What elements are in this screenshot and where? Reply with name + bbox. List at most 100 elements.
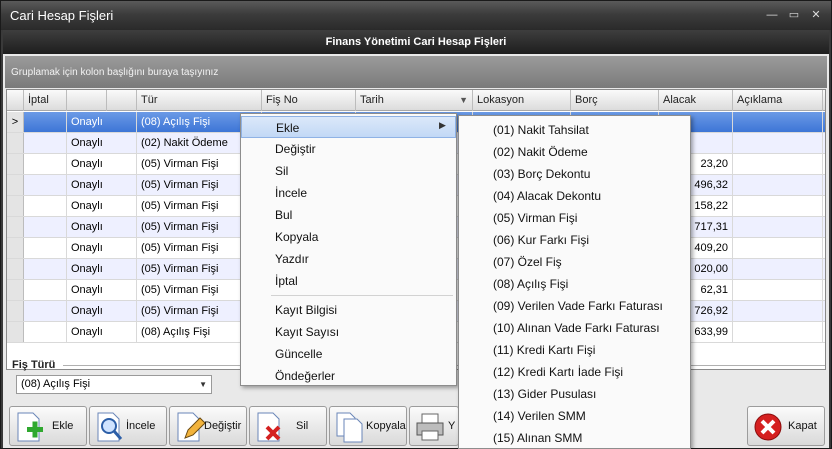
submenu-item[interactable]: (05) Virman Fişi [459, 207, 690, 229]
menu-item[interactable]: İptal [241, 270, 456, 292]
fis-turu-label: Fiş Türü [12, 359, 56, 371]
cell-aciklama[interactable] [733, 301, 823, 321]
fis-turu-select[interactable]: (08) Açılış Fişi ▼ [16, 375, 212, 394]
submenu-item[interactable]: (04) Alacak Dekontu [459, 185, 690, 207]
row-indicator[interactable] [7, 133, 24, 153]
column-header-tarih[interactable]: Tarih ▼ [356, 90, 473, 111]
group-panel[interactable]: Gruplamak için kolon başlığını buraya ta… [5, 56, 827, 88]
menu-item[interactable]: Değiştir [241, 138, 456, 160]
cell-status[interactable]: Onaylı [67, 259, 137, 279]
submenu-item[interactable]: (10) Alınan Vade Farkı Faturası [459, 317, 690, 339]
submenu-item[interactable]: (06) Kur Farkı Fişi [459, 229, 690, 251]
submenu-item[interactable]: (15) Alınan SMM [459, 427, 690, 449]
column-header-tur[interactable]: Tür [137, 90, 262, 111]
cell-aciklama[interactable] [733, 217, 823, 237]
sil-button[interactable]: Sil [249, 406, 327, 446]
menu-item[interactable]: Sil [241, 160, 456, 182]
cell-iptal[interactable] [24, 175, 67, 195]
cell-aciklama[interactable] [733, 238, 823, 258]
menu-item[interactable]: Bul [241, 204, 456, 226]
menu-item[interactable]: Kayıt Bilgisi [241, 299, 456, 321]
degistir-button[interactable]: Değiştir [169, 406, 247, 446]
maximize-icon[interactable]: ▭ [785, 6, 803, 24]
menu-item[interactable]: Kopyala [241, 226, 456, 248]
row-indicator[interactable] [7, 280, 24, 300]
menu-item[interactable]: Ekle [241, 116, 456, 138]
cell-aciklama[interactable] [733, 112, 823, 132]
kapat-button[interactable]: Kapat [747, 406, 825, 446]
cell-iptal[interactable] [24, 154, 67, 174]
cell-iptal[interactable] [24, 238, 67, 258]
cell-status[interactable]: Onaylı [67, 322, 137, 342]
cell-iptal[interactable] [24, 301, 67, 321]
cell-iptal[interactable] [24, 112, 67, 132]
row-indicator[interactable] [7, 259, 24, 279]
submenu-item[interactable]: (08) Açılış Fişi [459, 273, 690, 295]
incele-button[interactable]: İncele [89, 406, 167, 446]
submenu-item[interactable]: (02) Nakit Ödeme [459, 141, 690, 163]
cell-aciklama[interactable] [733, 322, 823, 342]
magnifier-icon [97, 412, 123, 442]
column-header-aciklama[interactable]: Açıklama [733, 90, 823, 111]
row-indicator[interactable] [7, 238, 24, 258]
row-indicator[interactable]: > [7, 112, 24, 132]
close-icon[interactable]: ✕ [807, 6, 825, 24]
menu-item[interactable]: İncele [241, 182, 456, 204]
kopyala-button[interactable]: Kopyala [329, 406, 407, 446]
row-indicator[interactable] [7, 322, 24, 342]
cell-status[interactable]: Onaylı [67, 133, 137, 153]
submenu-item[interactable]: (03) Borç Dekontu [459, 163, 690, 185]
grid-header: İptal Tür Fiş No Tarih ▼ Lokasyon Borç A… [7, 90, 825, 111]
minimize-icon[interactable]: — [763, 6, 781, 24]
submenu-item[interactable]: (14) Verilen SMM [459, 405, 690, 427]
row-indicator[interactable] [7, 217, 24, 237]
row-indicator[interactable] [7, 196, 24, 216]
cell-status[interactable]: Onaylı [67, 175, 137, 195]
cell-aciklama[interactable] [733, 154, 823, 174]
submenu-item[interactable]: (12) Kredi Kartı İade Fişi [459, 361, 690, 383]
cell-aciklama[interactable] [733, 175, 823, 195]
column-header-fis-no[interactable]: Fiş No [262, 90, 356, 111]
menu-item[interactable]: Öndeğerler [241, 365, 456, 387]
cell-iptal[interactable] [24, 322, 67, 342]
menu-item[interactable]: Güncelle [241, 343, 456, 365]
cell-iptal[interactable] [24, 133, 67, 153]
cell-status[interactable]: Onaylı [67, 217, 137, 237]
menu-item[interactable]: Yazdır [241, 248, 456, 270]
column-header-blank[interactable] [107, 90, 137, 111]
filter-icon[interactable]: ▼ [459, 90, 468, 111]
chevron-right-icon: ▶ [439, 120, 446, 130]
cell-status[interactable]: Onaylı [67, 238, 137, 258]
cell-iptal[interactable] [24, 217, 67, 237]
yazdir-button[interactable]: Y [409, 406, 459, 446]
row-indicator[interactable] [7, 301, 24, 321]
cell-status[interactable]: Onaylı [67, 112, 137, 132]
cell-status[interactable]: Onaylı [67, 196, 137, 216]
window-title: Cari Hesap Fişleri [10, 8, 114, 23]
menu-item[interactable]: Kayıt Sayısı [241, 321, 456, 343]
row-indicator[interactable] [7, 175, 24, 195]
column-header-status[interactable] [67, 90, 107, 111]
cell-aciklama[interactable] [733, 196, 823, 216]
row-indicator[interactable] [7, 154, 24, 174]
submenu-item[interactable]: (09) Verilen Vade Farkı Faturası [459, 295, 690, 317]
cell-status[interactable]: Onaylı [67, 280, 137, 300]
submenu-item[interactable]: (11) Kredi Kartı Fişi [459, 339, 690, 361]
cell-iptal[interactable] [24, 280, 67, 300]
cell-aciklama[interactable] [733, 280, 823, 300]
column-header-iptal[interactable]: İptal [24, 90, 67, 111]
cell-iptal[interactable] [24, 259, 67, 279]
cell-aciklama[interactable] [733, 259, 823, 279]
column-header-alacak[interactable]: Alacak [659, 90, 733, 111]
cell-status[interactable]: Onaylı [67, 154, 137, 174]
ekle-button[interactable]: Ekle [9, 406, 87, 446]
submenu-item[interactable]: (07) Özel Fiş [459, 251, 690, 273]
column-header-lokasyon[interactable]: Lokasyon [473, 90, 571, 111]
cell-status[interactable]: Onaylı [67, 301, 137, 321]
menu-separator [271, 295, 453, 296]
column-header-borc[interactable]: Borç [571, 90, 659, 111]
submenu-item[interactable]: (01) Nakit Tahsilat [459, 119, 690, 141]
cell-iptal[interactable] [24, 196, 67, 216]
submenu-item[interactable]: (13) Gider Pusulası [459, 383, 690, 405]
cell-aciklama[interactable] [733, 133, 823, 153]
